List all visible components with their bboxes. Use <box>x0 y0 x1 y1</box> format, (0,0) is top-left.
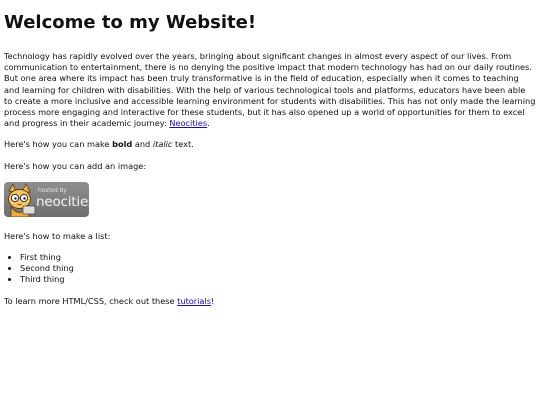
list-label: Here's how to make a list: <box>4 230 111 241</box>
footer-prefix: To learn more HTML/CSS, check out these <box>4 295 178 306</box>
page-content: Welcome to my Website! Technology has ra… <box>0 0 540 307</box>
hosted-by-neocities-badge[interactable]: hosted by neocities <box>4 181 89 217</box>
image-label: Here's how you can add an image: <box>4 160 147 171</box>
cat-mascot-icon <box>8 182 36 217</box>
tutorials-link[interactable]: tutorials <box>177 296 211 306</box>
bold-text: bold <box>112 139 133 150</box>
formatting-paragraph: Here's how you can make bold and italic … <box>4 139 536 150</box>
intro-text: Technology has rapidly evolved over the … <box>4 51 536 129</box>
example-list: First thing Second thing Third thing <box>4 252 536 286</box>
list-item: Third thing <box>20 274 536 285</box>
formatting-middle: and <box>132 139 153 150</box>
footer-suffix: ! <box>211 295 215 306</box>
formatting-suffix: text. <box>172 139 194 150</box>
badge-neocities-text: neocities <box>36 193 89 210</box>
list-item: Second thing <box>20 263 536 274</box>
footer-paragraph: To learn more HTML/CSS, check out these … <box>4 296 536 307</box>
page-title: Welcome to my Website! <box>4 12 257 33</box>
list-item: First thing <box>20 252 536 263</box>
intro-period: . <box>207 118 210 129</box>
neocities-link[interactable]: Neocities <box>169 118 207 128</box>
italic-text: italic <box>152 139 173 150</box>
intro-paragraph: Technology has rapidly evolved over the … <box>4 51 536 129</box>
formatting-prefix: Here's how you can make <box>4 139 113 150</box>
